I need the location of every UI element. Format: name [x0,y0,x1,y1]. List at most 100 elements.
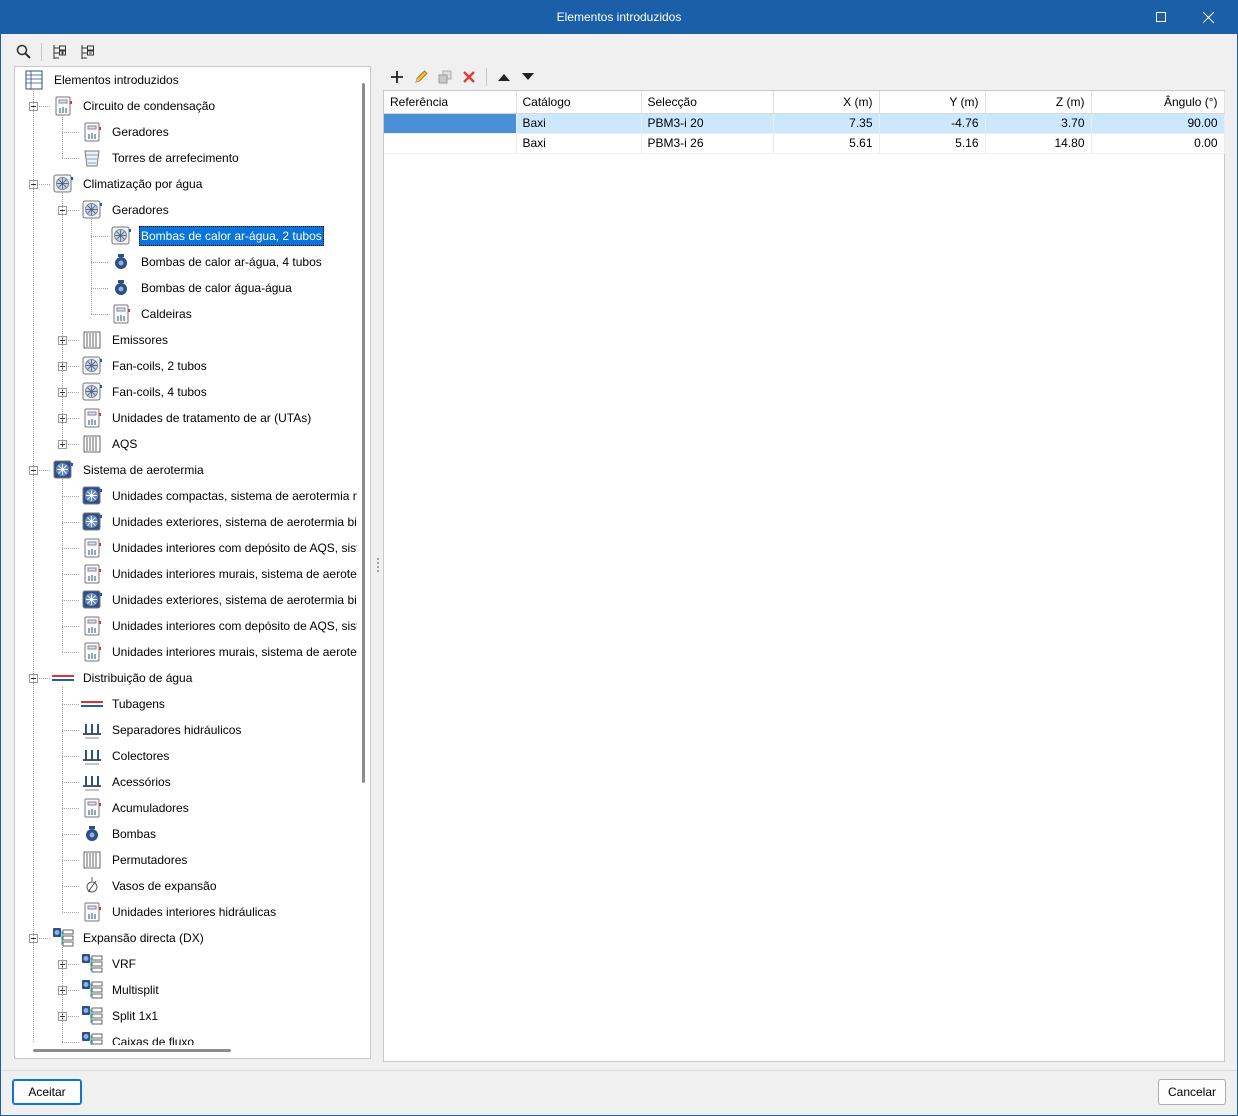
title-bar: Elementos introduzidos [1,0,1237,34]
tree-item[interactable]: Tubagens [81,691,167,717]
tree-item[interactable]: Emissores [81,327,170,353]
tree-item-label: Circuito de condensação [83,99,216,113]
plus-icon [391,71,403,83]
expand-all-button[interactable] [48,41,70,63]
water-water-heat-pump-icon [110,277,132,299]
tree-item[interactable]: Bombas de calor ar-água, 2 tubos [110,223,324,249]
tree-item[interactable]: Split 1x1 [81,1003,160,1029]
table-row[interactable]: Baxi PBM3-i 20 7.35 -4.76 3.70 90.00 [384,113,1225,134]
toolbar-separator [41,43,42,61]
cell-angle[interactable]: 0.00 [1091,133,1225,154]
tree-item[interactable]: Geradores [81,119,171,145]
edit-button[interactable] [410,66,432,88]
toolbar-separator [486,68,487,86]
copy-icon [438,70,452,84]
tree-item[interactable]: Separadores hidráulicos [81,717,243,743]
radiator-icon [81,329,103,351]
tree-item[interactable]: Torres de arrefecimento [81,145,241,171]
column-header-angle[interactable]: Ângulo (°) [1091,91,1225,114]
tree-item-label: Unidades exteriores, sistema de aeroterm… [112,515,357,529]
tree-item[interactable]: Unidades exteriores, sistema de aeroterm… [81,587,357,613]
tree-item[interactable]: Geradores [81,197,171,223]
delete-icon [463,71,475,83]
tree-item-label: Unidades de tratamento de ar (UTAs) [112,411,312,425]
cell-angle[interactable]: 90.00 [1091,113,1225,134]
cell-reference[interactable] [384,133,517,154]
column-header-reference[interactable]: Referência [384,91,517,114]
search-button[interactable] [13,41,35,63]
delete-button[interactable] [458,66,480,88]
tree-item[interactable]: AQS [81,431,139,457]
column-header-x[interactable]: X (m) [773,91,880,114]
column-header-catalog[interactable]: Catálogo [516,91,642,114]
column-header-y[interactable]: Y (m) [879,91,986,114]
tree-item[interactable]: Unidades interiores com depósito de AQS,… [81,613,357,639]
accept-button[interactable]: Aceitar [12,1079,82,1105]
tree-item[interactable]: Bombas de calor ar-água, 4 tubos [110,249,324,275]
tree-item[interactable]: Expansão directa (DX) [52,925,206,951]
tree-item[interactable]: Unidades de tratamento de ar (UTAs) [81,405,313,431]
add-button[interactable] [386,66,408,88]
panel-splitter[interactable] [376,558,380,572]
tree-horizontal-scrollbar[interactable] [33,1049,231,1052]
tree-item[interactable]: Unidades interiores hidráulicas [81,899,278,925]
tree-item[interactable]: Circuito de condensação [52,93,217,119]
column-header-selection[interactable]: Selecção [641,91,774,114]
tree-item-label: Unidades interiores com depósito de AQS,… [112,619,357,633]
cell-catalog[interactable]: Baxi [516,133,642,154]
cell-z[interactable]: 14.80 [985,133,1092,154]
tree-vertical-scrollbar[interactable] [362,83,365,783]
cell-y[interactable]: -4.76 [879,113,986,134]
tree-item[interactable]: Unidades exteriores, sistema de aeroterm… [81,509,357,535]
tree-item-label: Bombas de calor ar-água, 2 tubos [139,226,324,246]
column-header-z[interactable]: Z (m) [985,91,1092,114]
tree-item[interactable]: Bombas de calor água-água [110,275,294,301]
copy-button[interactable] [434,66,456,88]
move-up-button[interactable] [493,66,515,88]
tree-item[interactable]: Fan-coils, 4 tubos [81,379,209,405]
close-button[interactable] [1187,0,1231,34]
cell-selection[interactable]: PBM3-i 20 [641,113,774,134]
maximize-button[interactable] [1139,0,1183,34]
table-row[interactable]: Baxi PBM3-i 26 5.61 5.16 14.80 0.00 [384,133,1225,154]
tree-item[interactable]: Acumuladores [81,795,191,821]
tree-item[interactable]: Unidades interiores murais, sistema de a… [81,561,357,587]
outdoor-unit-icon [81,511,103,533]
collapse-all-button[interactable] [76,41,98,63]
cell-z[interactable]: 3.70 [985,113,1092,134]
tree-item[interactable]: Bombas [81,821,158,847]
tree-item-label: Acessórios [112,775,171,789]
hydraulic-separator-icon [81,719,103,741]
tree-item[interactable]: Unidades interiores com depósito de AQS,… [81,535,357,561]
tree-item[interactable]: Unidades interiores murais, sistema de a… [81,639,357,665]
cell-catalog[interactable]: Baxi [516,113,642,134]
tree-item[interactable]: Climatização por água [52,171,204,197]
cell-selection[interactable]: PBM3-i 26 [641,133,774,154]
tree-item-label: Multisplit [112,983,159,997]
accessories-icon [81,771,103,793]
tree-item-label: Split 1x1 [112,1009,159,1023]
tree-item[interactable]: Vasos de expansão [81,873,219,899]
tree-item-label: Sistema de aerotermia [83,463,204,477]
tree-item[interactable]: Permutadores [81,847,189,873]
tree-item[interactable]: Caldeiras [110,301,194,327]
tree-item-label: Unidades compactas, sistema de aerotermi… [112,489,357,503]
tree-item[interactable]: Elementos introduzidos [23,67,181,93]
tree-item[interactable]: VRF [81,951,138,977]
cell-reference[interactable] [384,113,517,134]
tree-item[interactable]: Fan-coils, 2 tubos [81,353,209,379]
tree-item[interactable]: Unidades compactas, sistema de aerotermi… [81,483,357,509]
cell-x[interactable]: 5.61 [773,133,880,154]
element-tree: Elementos introduzidos Circuito de conden… [15,67,357,1045]
tree-item[interactable]: Sistema de aerotermia [52,457,206,483]
compact-unit-icon [81,485,103,507]
cancel-button[interactable]: Cancelar [1158,1079,1226,1105]
tree-item[interactable]: Caixas de fluxo [81,1029,196,1045]
tree-item[interactable]: Distribuição de água [52,665,194,691]
cell-y[interactable]: 5.16 [879,133,986,154]
tree-item[interactable]: Multisplit [81,977,161,1003]
tree-item[interactable]: Acessórios [81,769,173,795]
move-down-button[interactable] [517,66,539,88]
cell-x[interactable]: 7.35 [773,113,880,134]
tree-item[interactable]: Colectores [81,743,171,769]
